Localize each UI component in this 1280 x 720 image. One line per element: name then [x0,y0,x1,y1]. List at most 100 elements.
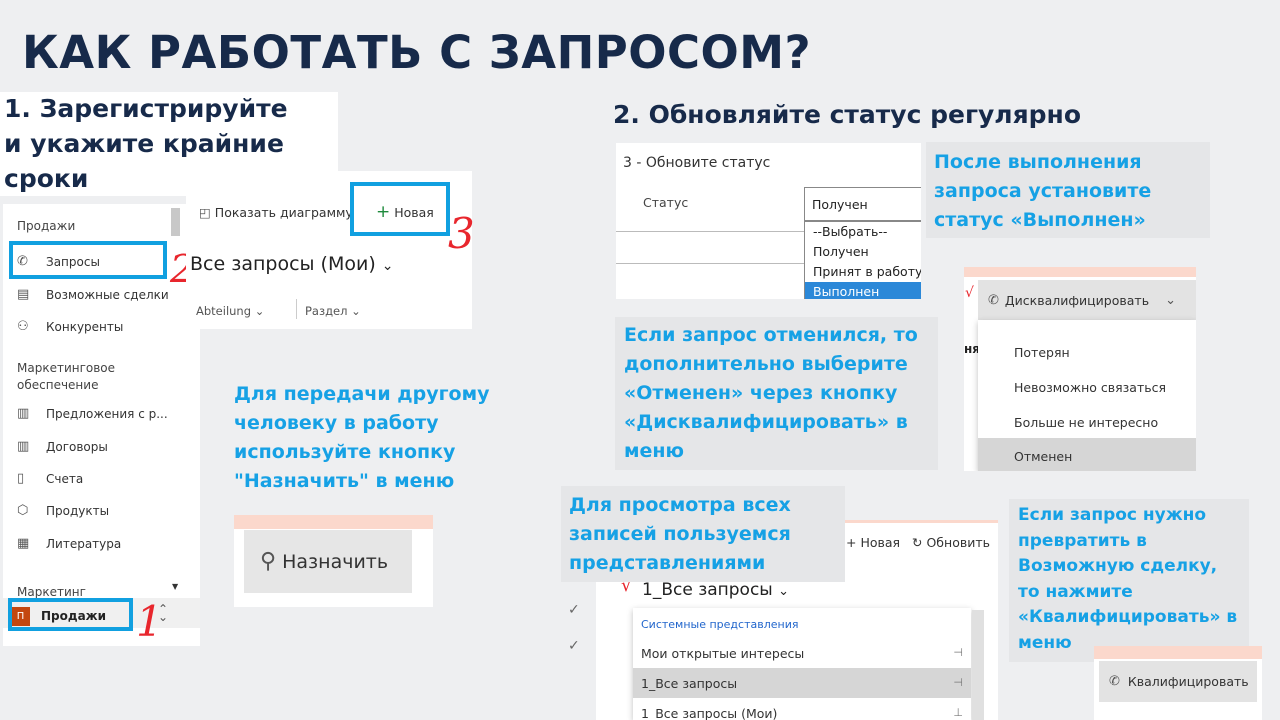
done-note: После выполнения запроса установите стат… [926,142,1210,238]
note-line: «Квалифицировать» в [1018,607,1238,627]
document-icon: ▥ [17,439,30,454]
opportunity-icon: ▤ [17,287,30,302]
sidebar-scroll-arrow[interactable]: ▼ [172,582,178,591]
status-option[interactable]: --Выбрать-- [805,222,921,242]
sidebar-item-products[interactable]: ⬡ Продукты [17,503,109,518]
column-header-abteilung[interactable]: Abteilung ⌄ [196,304,264,318]
status-options-list: --Выбрать-- Получен Принят в работу Выпо… [804,221,921,299]
new-button[interactable]: + Новая [376,202,434,222]
sidebar-item-label: Возможные сделки [46,287,169,302]
column-label: Раздел [305,304,348,318]
note-line: Для передачи другому [234,383,490,405]
sidebar-item-label: Продукты [46,503,110,518]
sidebar-scrollbar[interactable] [171,208,180,236]
refresh-button[interactable]: ↻ Обновить [912,535,990,550]
view-selector[interactable]: Все запросы (Мои) ⌄ [190,253,394,275]
step1-line: 1. Зарегистрируйте [4,94,288,123]
note-line: Если запрос нужно [1018,505,1207,525]
highlight-sales-area [8,598,133,631]
step1-line: и укажите крайние [4,129,284,158]
cube-icon: ⬡ [17,503,29,518]
status-section-title: 3 - Обновите статус [623,155,771,171]
row-divider [616,263,806,264]
disqualify-menu: Потерян Невозможно связаться Больше не и… [978,320,1196,471]
disqualify-phone-icon: ✆ [988,292,999,308]
note-line: меню [624,440,685,462]
pin-icon[interactable]: ⊣ [953,646,963,659]
menu-item-not-interested[interactable]: Больше не интересно [1014,415,1158,430]
views-item[interactable]: 1_Все запросы (Мои) ⊥ [633,698,971,720]
menu-item-no-contact[interactable]: Невозможно связаться [1014,380,1166,395]
highlight-requests [9,241,167,279]
status-option[interactable]: Принят в работу [805,262,921,282]
sidebar-item-competitors[interactable]: ⚇ Конкуренты [17,319,123,334]
sidebar-item-invoices[interactable]: ▯ Счета [17,471,83,486]
menu-item-lost[interactable]: Потерян [1014,345,1070,360]
note-line: статус «Выполнен» [934,209,1146,231]
slide-title: КАК РАБОТАТЬ С ЗАПРОСОМ? [22,26,812,79]
refresh-label: Обновить [926,535,990,550]
sidebar-item-label: Договоры [46,439,108,454]
qualify-button-label: Квалифицировать [1127,674,1249,689]
sidebar-item-label: Счета [46,471,84,486]
sidebar-item-contracts[interactable]: ▥ Договоры [17,439,108,454]
chevron-down-icon: ⌄ [254,304,265,318]
views-note: Для просмотра всех записей пользуемся пр… [561,486,845,582]
views-item-label: Мои открытые интересы [641,646,805,661]
sidebar-item-opportunities[interactable]: ▤ Возможные сделки [17,287,169,302]
menu-item-cancelled[interactable]: Отменен [1014,449,1072,464]
views-scrollbar[interactable] [972,610,984,720]
status-select-value: Получен [812,197,868,212]
new-button-frame[interactable]: + Новая [350,182,450,236]
views-item[interactable]: Мои открытые интересы ⊣ [633,638,971,668]
note-line: то нажмите [1018,581,1133,602]
sidebar-item-quotes[interactable]: ▥ Предложения с р... [17,406,168,421]
qualify-button[interactable]: ✆ Квалифицировать [1099,661,1257,702]
disqualify-button-label: Дисквалифицировать [1004,292,1150,308]
status-select[interactable]: Получен [804,187,921,221]
chevron-down-icon: ⌄ [351,304,361,318]
assign-button[interactable]: ⚲ Назначить [244,530,412,593]
pin-icon[interactable]: ⊥ [953,706,963,719]
views-title: 1_Все запросы [642,580,773,600]
qualify-panel: ✆ Квалифицировать [1094,646,1262,720]
column-header-section[interactable]: Раздел ⌄ [305,304,361,318]
invoice-icon: ▯ [17,471,25,486]
show-chart-button[interactable]: ◰ Показать диаграмму [199,205,353,220]
assign-panel: ⚲ Назначить [234,515,433,607]
note-line: Для просмотра всех [569,494,791,516]
refresh-icon: ↻ [912,535,923,550]
views-new-button[interactable]: + Новая [846,535,900,550]
person-icon: ⚇ [17,319,29,334]
note-line: используйте кнопку [234,441,456,463]
views-list: Системные представления Мои открытые инт… [633,608,971,720]
view-title: Все запросы (Мои) [190,253,376,275]
note-line: превратить в [1018,530,1147,551]
views-item-label: 1_Все запросы (Мои) [641,706,778,720]
column-label: Abteilung [196,304,252,318]
plus-icon: + [846,535,857,550]
pin-icon[interactable]: ⊣ [953,676,963,689]
document-icon: ▥ [17,406,30,421]
views-selector[interactable]: 1_Все запросы ⌄ [642,580,789,600]
views-item-label: 1_Все запросы [641,676,738,691]
note-line: Если запрос отменился, то [624,324,918,346]
section-line: Маркетинговое [17,361,116,375]
column-divider [296,299,297,319]
check-mark: √ [965,285,974,301]
disqualify-button[interactable]: ✆ Дисквалифицировать ⌄ [978,280,1196,320]
views-item-selected[interactable]: 1_Все запросы ⊣ [633,668,971,698]
marker-1: 1 [136,597,163,646]
check-mark: ✓ [568,602,580,618]
sidebar-section-marketing-support: Маркетинговое обеспечение [17,360,115,394]
section-line: обеспечение [17,378,99,392]
assign-person-icon: ⚲ [260,549,277,574]
status-option-selected[interactable]: Выполнен [805,282,921,299]
check-mark: ✓ [568,638,580,654]
note-line: записей пользуемся [569,523,791,545]
qualify-note: Если запрос нужно превратить в Возможную… [1009,499,1249,662]
note-line: представлениями [569,552,766,574]
sidebar-item-literature[interactable]: ▦ Литература [17,536,121,551]
show-chart-label: Показать диаграмму [214,205,353,220]
status-option[interactable]: Получен [805,242,921,262]
